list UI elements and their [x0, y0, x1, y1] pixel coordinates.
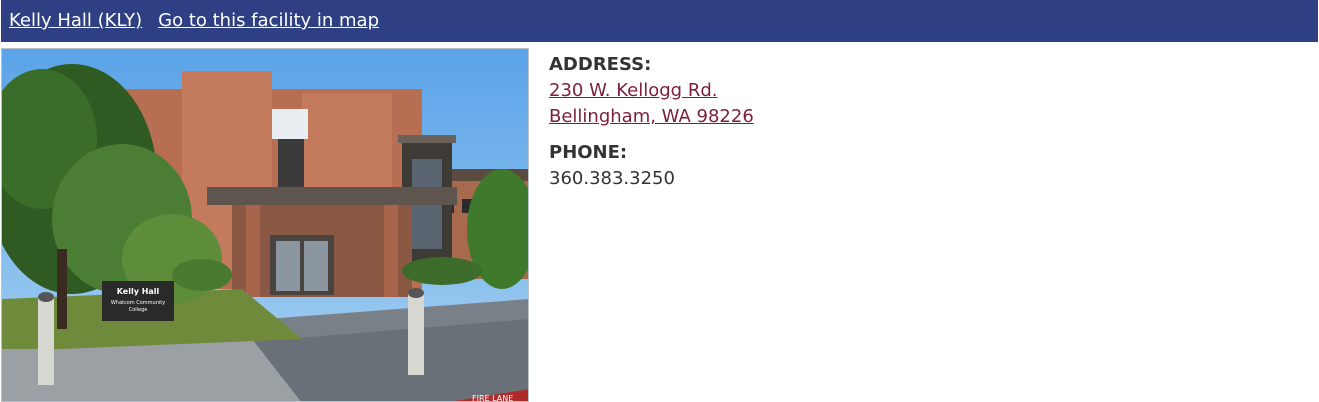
fire-lane-text: FIRE LANE [472, 394, 513, 402]
facility-photo: Kelly Hall Whatcom Community College FIR… [1, 48, 529, 402]
sign-line-2: Whatcom Community [111, 300, 165, 306]
phone-value: 360.383.3250 [549, 168, 675, 189]
facility-info: ADDRESS: 230 W. Kellogg Rd. Bellingham, … [549, 52, 754, 192]
map-link[interactable]: Go to this facility in map [158, 12, 379, 30]
facility-header: Kelly Hall (KLY) Go to this facility in … [1, 0, 1318, 42]
sign-line-1: Kelly Hall [117, 287, 160, 296]
address-label: ADDRESS: [549, 54, 652, 75]
address-line-2-link[interactable]: Bellingham, WA 98226 [549, 104, 754, 130]
facility-name-link[interactable]: Kelly Hall (KLY) [9, 12, 142, 30]
phone-label: PHONE: [549, 142, 628, 163]
address-line-1-link[interactable]: 230 W. Kellogg Rd. [549, 78, 754, 104]
sign-line-3: College [129, 307, 148, 313]
